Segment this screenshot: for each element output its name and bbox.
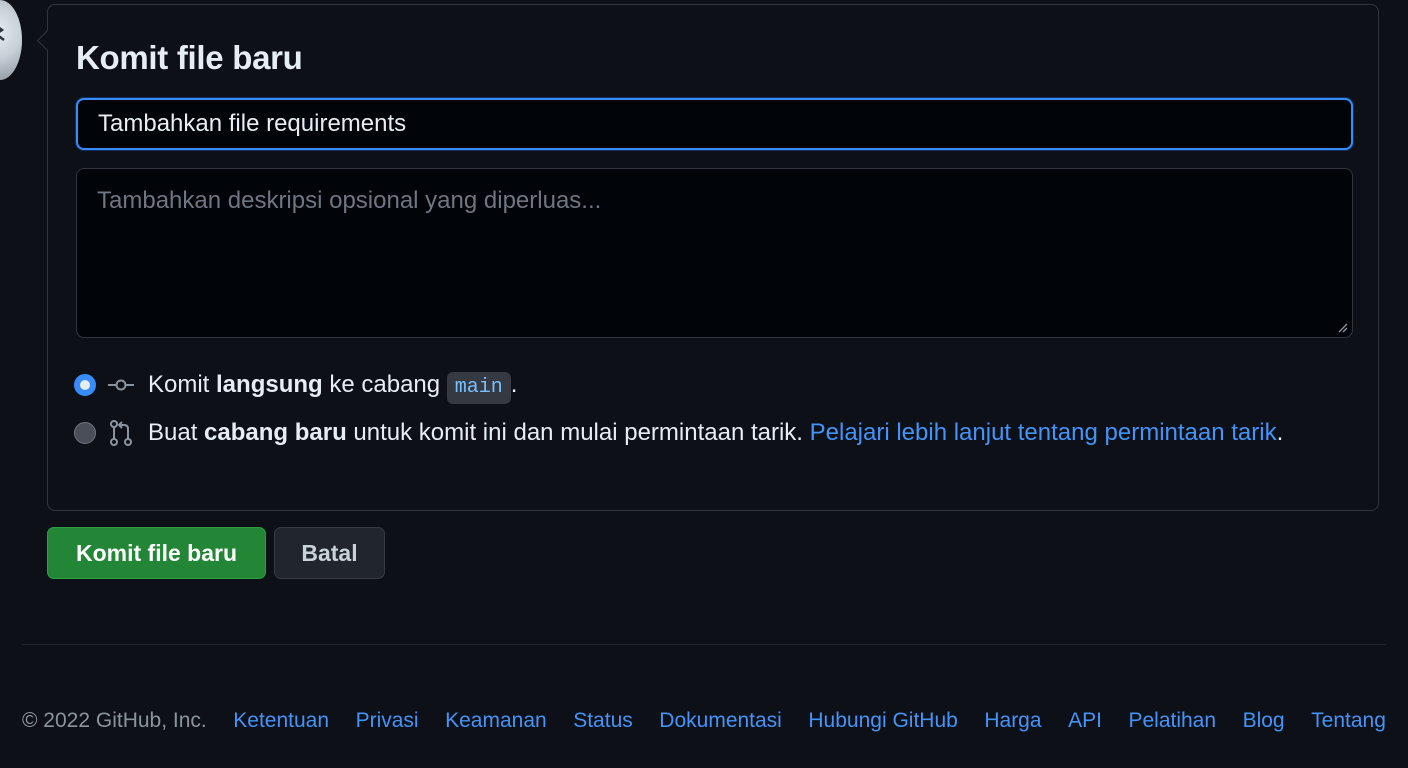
footer-copyright: © 2022 GitHub, Inc. — [22, 709, 207, 732]
avatar[interactable] — [0, 0, 22, 80]
new-branch-radio[interactable] — [74, 422, 96, 444]
footer-link-training[interactable]: Pelatihan — [1128, 709, 1216, 733]
resize-grip-icon[interactable] — [1336, 321, 1348, 333]
avatar-figure-icon — [0, 26, 5, 41]
footer-link-pricing[interactable]: Harga — [984, 709, 1041, 733]
footer-link-about[interactable]: Tentang — [1311, 709, 1386, 733]
new-branch-label: Buat cabang baru untuk komit ini dan mul… — [148, 419, 1284, 446]
commit-box: Komit file baru Komit langsung ke cabang… — [36, 4, 1379, 511]
commit-new-file-button[interactable]: Komit file baru — [47, 527, 266, 579]
footer-link-terms[interactable]: Ketentuan — [233, 709, 329, 733]
footer-link-api[interactable]: API — [1068, 709, 1102, 733]
git-commit-icon — [108, 367, 134, 403]
box-caret — [36, 29, 59, 52]
footer-link-contact[interactable]: Hubungi GitHub — [808, 709, 957, 733]
git-pull-request-icon — [108, 415, 134, 451]
footer-link-status[interactable]: Status — [573, 709, 633, 733]
commit-direct-label: Komit langsung ke cabang main. — [148, 367, 517, 404]
commit-direct-radio[interactable] — [74, 374, 96, 396]
footer-link-blog[interactable]: Blog — [1243, 709, 1285, 733]
footer-divider — [22, 644, 1386, 645]
footer-link-docs[interactable]: Dokumentasi — [659, 709, 782, 733]
footer-link-privacy[interactable]: Privasi — [356, 709, 419, 733]
cancel-button[interactable]: Batal — [274, 527, 385, 579]
branch-name: main — [446, 372, 511, 404]
footer-link-security[interactable]: Keamanan — [445, 709, 547, 733]
commit-description-textarea[interactable] — [76, 168, 1353, 338]
learn-more-pull-requests-link[interactable]: Pelajari lebih lanjut tentang permintaan… — [810, 419, 1277, 446]
new-branch-option[interactable]: Buat cabang baru untuk komit ini dan mul… — [74, 415, 1314, 451]
footer: © 2022 GitHub, Inc. Ketentuan Privasi Ke… — [22, 709, 1386, 733]
commit-summary-input[interactable] — [76, 98, 1353, 150]
commit-page: Komit file baru Komit langsung ke cabang… — [0, 0, 1408, 768]
commit-heading: Komit file baru — [76, 39, 303, 76]
commit-direct-option[interactable]: Komit langsung ke cabang main. — [74, 367, 517, 404]
